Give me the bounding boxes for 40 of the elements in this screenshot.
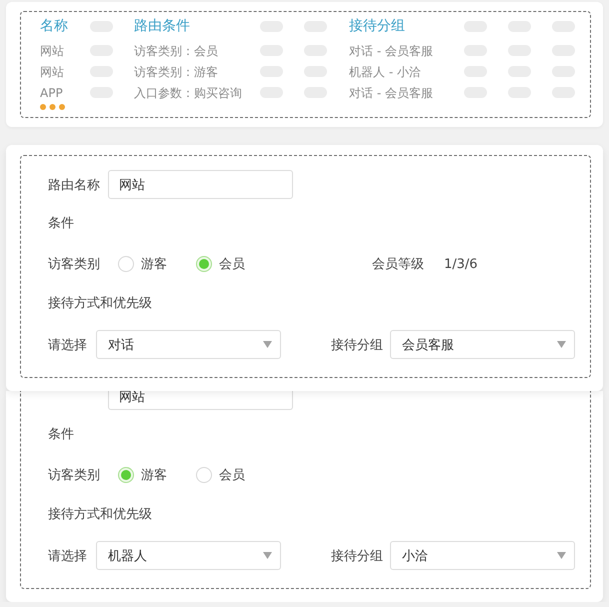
field-label: 接待分组 [331, 548, 383, 564]
table-cell-text: 入口参数：购买咨询 [134, 84, 242, 102]
column-header: 接待分组 [349, 17, 405, 36]
select-field[interactable]: 机器人 [96, 541, 281, 570]
column-header: 路由条件 [134, 17, 190, 36]
field-value: 1/3/6 [444, 256, 478, 272]
field-label: 接待分组 [331, 336, 383, 354]
select-field[interactable]: 会员客服 [390, 330, 575, 359]
section-heading: 接待方式和优先级 [48, 506, 152, 524]
field-label: 路由名称 [48, 176, 100, 194]
table-cell-text: APP [40, 84, 63, 102]
section-heading: 接待方式和优先级 [48, 295, 152, 313]
more-dots-icon [40, 104, 65, 110]
radio-option[interactable]: 游客 [118, 466, 167, 484]
table-cell-text: 网站 [40, 42, 64, 60]
select-field[interactable]: 小洽 [390, 541, 575, 570]
caret-down-icon [557, 341, 566, 348]
select-field[interactable]: 对话 [96, 330, 281, 359]
caret-down-icon [263, 552, 272, 559]
section-heading: 条件 [48, 426, 74, 444]
radio-option[interactable]: 会员 [196, 466, 245, 484]
field-label: 访客类别 [48, 467, 100, 484]
field-label: 会员等级 [372, 256, 424, 273]
input-field[interactable]: 网站 [108, 170, 293, 199]
table-cell-text: 访客类别：会员 [134, 42, 218, 60]
radio-option[interactable]: 会员 [196, 255, 245, 273]
field-label: 请选择 [48, 336, 87, 354]
table-cell-text: 对话 - 会员客服 [349, 42, 433, 60]
table-cell-text: 访客类别：游客 [134, 64, 218, 80]
table-cell-text: 机器人 - 小洽 [349, 64, 421, 80]
caret-down-icon [263, 341, 272, 348]
table-cell-text: 对话 - 会员客服 [349, 84, 433, 102]
input-field[interactable]: 网站 [108, 391, 293, 410]
section-heading: 条件 [48, 215, 74, 233]
column-header: 名称 [40, 17, 68, 36]
field-label: 访客类别 [48, 256, 100, 273]
radio-option[interactable]: 游客 [118, 255, 167, 273]
field-label: 请选择 [48, 548, 87, 564]
table-cell-text: 网站 [40, 64, 64, 80]
caret-down-icon [557, 552, 566, 559]
